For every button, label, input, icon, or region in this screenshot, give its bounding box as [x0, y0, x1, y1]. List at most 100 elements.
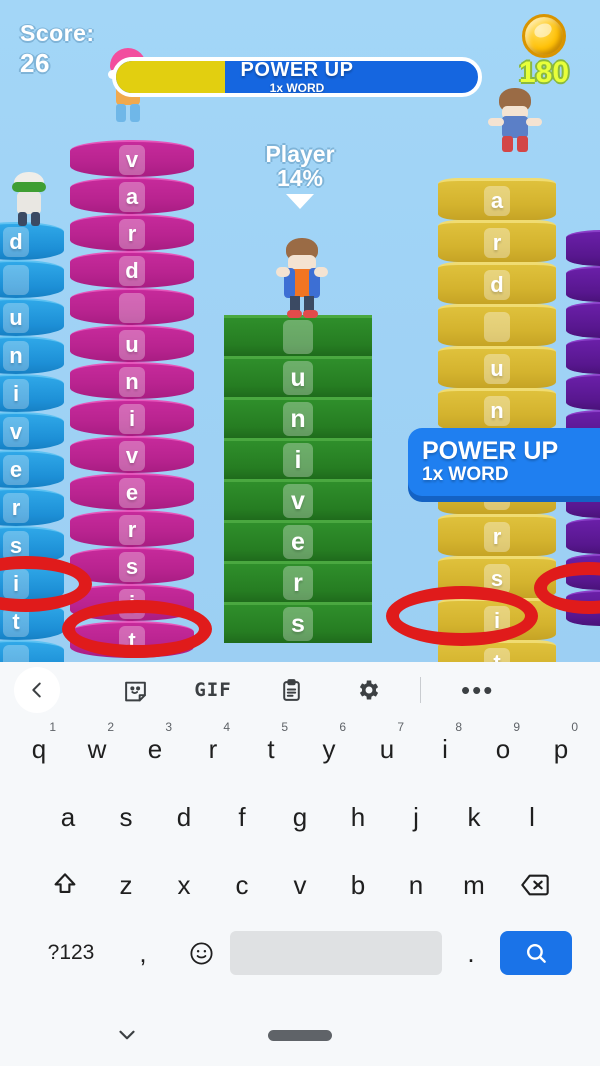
tower-tile-letter [588, 342, 600, 372]
tower-tile-letter: r [3, 493, 29, 523]
key-superscript: 9 [513, 720, 520, 734]
key-label: p [553, 733, 569, 764]
player-marker-label: Player [265, 141, 335, 167]
shift-key[interactable] [33, 854, 97, 916]
tower-tile: e [224, 520, 372, 561]
key-label: z [119, 869, 133, 900]
key-s[interactable]: s [97, 786, 155, 848]
tower-tile-letter: s [119, 551, 145, 582]
tower-tile-letter: t [484, 647, 510, 662]
key-p[interactable]: 0p [532, 718, 590, 780]
key-c[interactable]: c [213, 854, 271, 916]
green-tower: univers [224, 315, 372, 643]
key-v[interactable]: v [271, 854, 329, 916]
clipboard-button[interactable] [252, 667, 330, 713]
key-j[interactable]: j [387, 786, 445, 848]
search-key[interactable] [500, 931, 572, 975]
period-key[interactable]: . [442, 922, 500, 984]
power-up-progress-subtitle: 1x WORD [269, 81, 325, 95]
key-w[interactable]: 2w [68, 718, 126, 780]
power-up-badge-title: POWER UP [422, 436, 559, 465]
tower-tile: n [0, 336, 64, 374]
home-pill-indicator[interactable] [268, 1030, 332, 1041]
emoji-key[interactable] [172, 922, 230, 984]
key-u[interactable]: 7u [358, 718, 416, 780]
key-n[interactable]: n [387, 854, 445, 916]
tower-tile [0, 260, 64, 298]
key-l[interactable]: l [503, 786, 561, 848]
key-k[interactable]: k [445, 786, 503, 848]
tower-tile-letter: r [119, 218, 145, 249]
key-b[interactable]: b [329, 854, 387, 916]
tower-tile-letter: n [283, 402, 313, 436]
tower-tile-letter [588, 522, 600, 552]
tower-tile-letter: i [119, 403, 145, 434]
key-f[interactable]: f [213, 786, 271, 848]
back-button[interactable] [14, 667, 60, 713]
key-x[interactable]: x [155, 854, 213, 916]
key-r[interactable]: 4r [184, 718, 242, 780]
comma-key[interactable]: , [114, 922, 172, 984]
tower-tile: n [70, 362, 194, 399]
tower-tile: i [70, 399, 194, 436]
key-z[interactable]: z [97, 854, 155, 916]
coin-value: 180 [518, 56, 570, 89]
more-button[interactable]: ••• [461, 667, 494, 713]
tower-tile: u [70, 325, 194, 362]
key-label: q [31, 733, 47, 764]
power-up-progress-title: POWER UP [240, 59, 354, 81]
tower-tile: r [0, 488, 64, 526]
space-key[interactable] [230, 931, 442, 975]
key-m[interactable]: m [445, 854, 503, 916]
score-value: 26 [20, 48, 50, 78]
emoji-icon [189, 941, 213, 965]
tower-tile-letter: n [119, 366, 145, 397]
backspace-icon [521, 874, 549, 896]
tower-tile-letter [3, 645, 29, 662]
keyboard-row-3: zxcvbnm [0, 854, 600, 922]
opponent-avatar-left [6, 172, 52, 230]
symbols-key[interactable]: ?123 [28, 922, 114, 984]
key-y[interactable]: 6y [300, 718, 358, 780]
tower-tile-letter: r [484, 521, 510, 552]
tower-tile [566, 374, 600, 410]
tower-tile: u [224, 356, 372, 397]
tower-tile-letter: v [3, 417, 29, 447]
key-i[interactable]: 8i [416, 718, 474, 780]
sticker-button[interactable] [96, 667, 174, 713]
settings-button[interactable] [330, 667, 408, 713]
key-label: i [442, 733, 448, 764]
key-label: y [322, 733, 336, 764]
key-label: v [293, 869, 307, 900]
key-label: u [379, 733, 395, 764]
opponent-avatar-right [488, 88, 542, 154]
gif-button[interactable]: GIF [174, 667, 252, 713]
tower-tile: e [0, 450, 64, 488]
key-g[interactable]: g [271, 786, 329, 848]
tower-tile-letter: a [484, 185, 510, 216]
key-a[interactable]: a [39, 786, 97, 848]
tower-tile: u [0, 298, 64, 336]
key-q[interactable]: 1q [10, 718, 68, 780]
tower-tile: v [224, 479, 372, 520]
power-up-badge-subtitle: 1x WORD [422, 464, 509, 486]
tower-tile-letter [588, 306, 600, 336]
tower-tile-letter [283, 320, 313, 354]
tower-tile-letter: v [119, 144, 145, 175]
tower-tile: a [438, 178, 556, 220]
key-superscript: 4 [223, 720, 230, 734]
tower-tile-letter: r [283, 566, 313, 600]
tower-tile-letter: d [3, 227, 29, 257]
key-e[interactable]: 3e [126, 718, 184, 780]
key-d[interactable]: d [155, 786, 213, 848]
key-h[interactable]: h [329, 786, 387, 848]
game-viewport[interactable]: duniversitfi varduniversit univers ardun… [0, 0, 600, 662]
hide-keyboard-button[interactable] [114, 1022, 140, 1053]
key-o[interactable]: 9o [474, 718, 532, 780]
tower-tile: n [438, 388, 556, 430]
coin-icon [522, 14, 566, 58]
virtual-keyboard[interactable]: GIF ••• 1q2w3e4r5t6y7u8i9o0p asdfghjkl z… [0, 662, 600, 1004]
backspace-key[interactable] [503, 854, 567, 916]
key-t[interactable]: 5t [242, 718, 300, 780]
power-up-badge[interactable]: POWER UP 1x WORD [408, 428, 600, 496]
